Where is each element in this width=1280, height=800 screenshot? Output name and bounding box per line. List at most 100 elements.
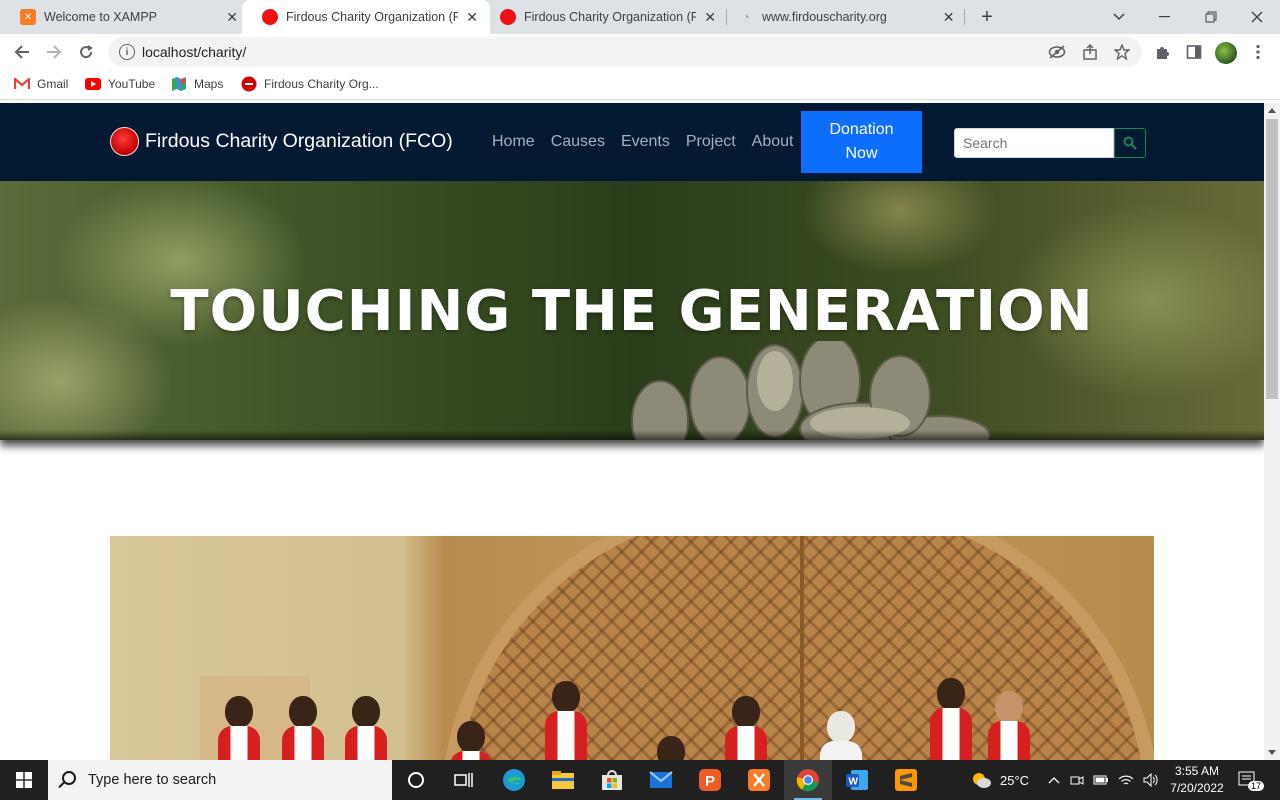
chevron-up-icon[interactable] <box>1048 776 1060 784</box>
nav-about[interactable]: About <box>752 133 794 151</box>
close-icon[interactable]: ✕ <box>702 9 718 25</box>
page-viewport: Firdous Charity Organization (FCO) Home … <box>0 103 1264 760</box>
person <box>650 736 692 760</box>
nav-project[interactable]: Project <box>686 133 736 151</box>
xampp-icon <box>748 769 770 791</box>
taskbar-word[interactable]: W <box>833 760 881 800</box>
site-search-input[interactable] <box>954 128 1114 158</box>
taskbar-store[interactable] <box>588 760 636 800</box>
scroll-up-arrow-icon[interactable] <box>1268 108 1276 113</box>
page-scrollbar[interactable] <box>1264 103 1280 760</box>
back-button[interactable] <box>9 39 35 65</box>
nav-causes[interactable]: Causes <box>551 133 605 151</box>
cortana-button[interactable] <box>392 760 440 800</box>
profile-avatar[interactable] <box>1215 42 1237 64</box>
person <box>345 696 387 760</box>
fco-favicon <box>262 9 278 25</box>
minimize-icon <box>1159 16 1170 18</box>
taskbar-search[interactable]: Type here to search <box>48 760 392 800</box>
start-button[interactable] <box>0 760 48 800</box>
bookmark-gmail[interactable]: Gmail <box>14 76 68 92</box>
bookmark-maps[interactable]: Maps <box>171 76 223 92</box>
wifi-icon[interactable] <box>1118 774 1134 786</box>
close-window-button[interactable] <box>1234 0 1280 34</box>
tracking-blocked-icon[interactable] <box>1047 42 1067 62</box>
search-icon <box>62 771 76 785</box>
arrow-right-icon <box>47 45 62 59</box>
bookmark-label: Gmail <box>37 77 69 91</box>
bookmark-star-icon[interactable] <box>1112 42 1132 62</box>
taskbar-file-explorer[interactable] <box>539 760 587 800</box>
person <box>725 696 767 760</box>
bookmarks-bar: Gmail YouTube Maps Firdous Charity Org..… <box>0 70 1280 100</box>
site-navbar: Firdous Charity Organization (FCO) Home … <box>0 103 1264 181</box>
close-icon[interactable]: ✕ <box>464 9 480 25</box>
scroll-down-arrow-icon[interactable] <box>1268 750 1276 755</box>
extensions-icon[interactable] <box>1152 42 1172 62</box>
site-search-button[interactable] <box>1114 128 1146 158</box>
volume-icon[interactable] <box>1143 773 1159 787</box>
address-bar[interactable]: i localhost/charity/ <box>108 37 1142 67</box>
tab-search-button[interactable] <box>1096 0 1142 34</box>
close-icon[interactable]: ✕ <box>941 9 956 25</box>
notification-center-button[interactable]: 17 <box>1238 760 1265 800</box>
forward-button[interactable] <box>41 39 67 65</box>
restore-icon <box>1205 11 1217 23</box>
url-text[interactable]: localhost/charity/ <box>142 44 246 60</box>
person <box>282 696 324 760</box>
taskbar-sublime[interactable] <box>882 760 930 800</box>
youtube-icon <box>85 76 101 92</box>
share-icon[interactable] <box>1080 42 1100 62</box>
site-brand[interactable]: Firdous Charity Organization (FCO) <box>110 127 453 156</box>
brand-name: Firdous Charity Organization (FCO) <box>145 130 453 152</box>
weather-cloud-sun-icon <box>973 773 991 788</box>
arrow-left-icon <box>14 45 29 59</box>
battery-icon[interactable] <box>1093 774 1109 786</box>
reload-icon <box>80 45 93 59</box>
new-tab-button[interactable]: + <box>976 6 998 28</box>
taskbar-chrome[interactable] <box>784 760 832 800</box>
restore-button[interactable] <box>1188 0 1234 34</box>
folder-icon <box>552 771 574 789</box>
store-icon <box>602 770 622 790</box>
close-icon[interactable]: ✕ <box>224 9 240 25</box>
weather-widget[interactable]: 25°C <box>970 760 1029 800</box>
bookmark-fco[interactable]: Firdous Charity Org... <box>241 76 379 92</box>
svg-text:W: W <box>849 777 859 788</box>
meet-now-icon[interactable] <box>1070 773 1084 787</box>
taskbar-postman[interactable]: P <box>686 760 734 800</box>
side-panel-icon[interactable] <box>1184 42 1204 62</box>
tab-title: Firdous Charity Organization (FCO) <box>286 10 459 24</box>
tab-xampp[interactable]: ✕ Welcome to XAMPP ✕ <box>0 0 250 34</box>
postman-icon: P <box>699 769 721 791</box>
donation-now-button[interactable]: Donation Now <box>801 111 922 173</box>
tab-fco[interactable]: Firdous Charity Organization (FCO) ✕ <box>480 0 728 34</box>
scrollbar-thumb[interactable] <box>1266 119 1278 399</box>
person <box>450 721 492 760</box>
bookmark-label: Firdous Charity Org... <box>264 77 379 91</box>
nav-events[interactable]: Events <box>621 133 670 151</box>
taskbar-edge[interactable] <box>490 760 538 800</box>
xampp-icon: ✕ <box>20 9 36 25</box>
nav-home[interactable]: Home <box>492 133 535 151</box>
gmail-icon <box>14 76 30 92</box>
tab-firdouscharity[interactable]: ◔ www.firdouscharity.org ✕ <box>718 0 966 34</box>
tab-fco-active[interactable]: Firdous Charity Organization (FCO) ✕ <box>242 0 490 34</box>
site-nav-links: Home Causes Events Project About <box>492 133 809 151</box>
menu-dots-icon[interactable] <box>1248 42 1268 62</box>
taskbar-mail[interactable] <box>637 760 685 800</box>
windows-logo-icon <box>16 772 32 788</box>
donate-label-line2: Now <box>845 145 878 162</box>
minimize-button[interactable] <box>1142 0 1188 34</box>
chrome-icon <box>796 769 819 792</box>
bookmark-label: Maps <box>194 77 224 91</box>
bookmark-youtube[interactable]: YouTube <box>85 76 155 92</box>
taskbar-xampp[interactable] <box>735 760 783 800</box>
tray-icons <box>1048 760 1159 800</box>
edge-icon <box>503 769 525 791</box>
task-view-icon <box>454 773 473 787</box>
task-view-button[interactable] <box>440 760 488 800</box>
taskbar-clock[interactable]: 3:55 AM 7/20/2022 <box>1160 763 1234 797</box>
reload-button[interactable] <box>73 39 99 65</box>
info-icon[interactable]: i <box>119 44 135 60</box>
